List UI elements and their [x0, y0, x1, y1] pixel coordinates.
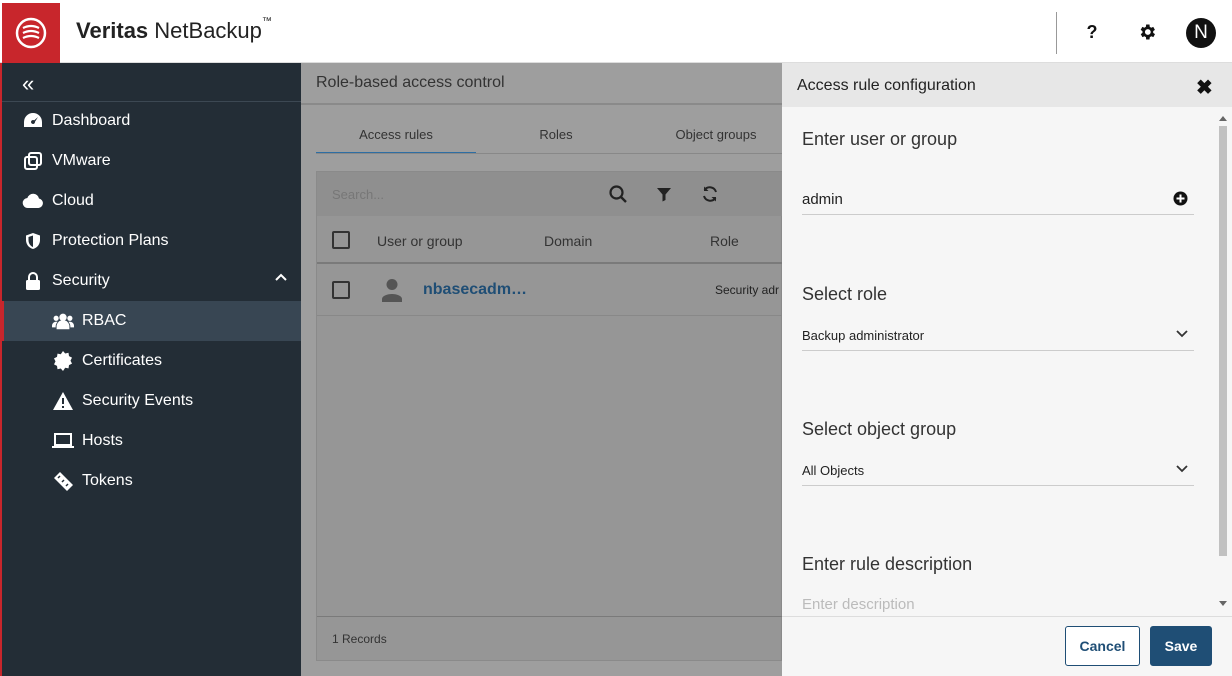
drawer-title: Access rule configuration	[797, 77, 976, 94]
certificate-icon	[52, 350, 74, 372]
sidebar: « Dashboard VMware Cloud Protection Plan…	[0, 63, 301, 676]
sidebar-item-security[interactable]: Security	[2, 261, 301, 301]
sidebar-item-hosts[interactable]: Hosts	[2, 421, 301, 461]
user-avatar[interactable]: N	[1186, 18, 1216, 48]
title-divider	[301, 103, 782, 105]
warning-icon	[52, 390, 74, 412]
scrollbar-thumb[interactable]	[1219, 126, 1227, 556]
drawer-scrollbar[interactable]	[1216, 113, 1230, 615]
drawer-footer: Cancel Save	[782, 616, 1232, 676]
chevron-down-icon[interactable]	[1176, 325, 1188, 343]
tab-access-rules[interactable]: Access rules	[316, 118, 476, 154]
logo-icon	[15, 17, 47, 49]
tab-roles[interactable]: Roles	[476, 118, 636, 154]
lock-icon	[22, 270, 44, 292]
records-footer: 1 Records	[317, 616, 783, 660]
sidebar-item-protection-plans[interactable]: Protection Plans	[2, 221, 301, 261]
app-header: Veritas NetBackup™ ? N	[0, 0, 1232, 63]
select-all-checkbox[interactable]	[332, 231, 350, 249]
collapse-sidebar-icon[interactable]: «	[22, 71, 34, 97]
refresh-icon[interactable]	[700, 184, 720, 204]
drawer-header: Access rule configuration ✖	[782, 63, 1232, 107]
tab-object-groups[interactable]: Object groups	[636, 118, 796, 154]
chevron-up-icon[interactable]	[275, 273, 287, 281]
rule-description-label: Enter rule description	[802, 554, 973, 574]
records-count: 1 Records	[332, 632, 387, 646]
table-row[interactable]: nbasecadm… Security adr	[317, 264, 783, 316]
row-role: Security adr	[715, 283, 780, 297]
access-rule-drawer: Access rule configuration ✖ Enter user o…	[782, 63, 1232, 676]
close-icon[interactable]: ✖	[1196, 75, 1213, 100]
sidebar-item-rbac[interactable]: RBAC	[0, 301, 301, 341]
tabs-underline	[316, 153, 782, 154]
scroll-up-icon[interactable]	[1219, 115, 1227, 121]
role-label: Select role	[802, 284, 888, 304]
sidebar-item-security-events[interactable]: Security Events	[2, 381, 301, 421]
page-title: Role-based access control	[316, 74, 505, 91]
main-content: Role-based access control Access rules R…	[301, 63, 783, 676]
laptop-icon	[52, 430, 74, 452]
help-icon[interactable]: ?	[1080, 20, 1104, 44]
header-divider	[1056, 12, 1057, 54]
object-group-select[interactable]: All Objects	[802, 450, 1194, 486]
ticket-icon	[52, 470, 74, 492]
sidebar-item-vmware[interactable]: VMware	[2, 141, 301, 181]
filter-icon[interactable]	[654, 184, 674, 204]
sidebar-item-dashboard[interactable]: Dashboard	[2, 101, 301, 141]
table-toolbar: Search...	[317, 172, 783, 216]
scroll-down-icon[interactable]	[1219, 601, 1227, 607]
search-icon[interactable]	[608, 184, 628, 204]
row-checkbox[interactable]	[332, 281, 350, 299]
veritas-logo[interactable]	[2, 3, 60, 63]
user-icon	[381, 278, 403, 307]
access-rules-table: Search... User or group Domain Role nbas…	[316, 171, 783, 661]
cloud-icon	[22, 190, 44, 212]
user-link[interactable]: nbasecadm…	[423, 281, 527, 299]
vmware-icon	[22, 150, 44, 172]
shield-icon	[22, 230, 44, 252]
column-user-or-group[interactable]: User or group	[377, 233, 463, 249]
save-button[interactable]: Save	[1150, 626, 1212, 666]
column-domain[interactable]: Domain	[544, 233, 592, 249]
search-input[interactable]: Search...	[332, 187, 384, 202]
user-group-input[interactable]: admin	[802, 179, 1194, 215]
user-group-label: Enter user or group	[802, 129, 958, 149]
chevron-down-icon[interactable]	[1176, 460, 1188, 478]
table-header: User or group Domain Role	[317, 216, 783, 264]
dashboard-icon	[22, 110, 44, 132]
role-select[interactable]: Backup administrator	[802, 315, 1194, 351]
object-group-label: Select object group	[802, 419, 957, 439]
sidebar-item-certificates[interactable]: Certificates	[2, 341, 301, 381]
sidebar-item-tokens[interactable]: Tokens	[2, 461, 301, 501]
sidebar-item-cloud[interactable]: Cloud	[2, 181, 301, 221]
app-title: Veritas NetBackup™	[76, 16, 272, 43]
column-role[interactable]: Role	[710, 233, 739, 249]
tab-bar: Access rules Roles Object groups	[316, 118, 782, 154]
cancel-button[interactable]: Cancel	[1065, 626, 1140, 666]
add-circle-icon[interactable]	[1173, 191, 1188, 211]
users-icon	[52, 310, 74, 332]
gear-icon[interactable]	[1135, 20, 1159, 44]
